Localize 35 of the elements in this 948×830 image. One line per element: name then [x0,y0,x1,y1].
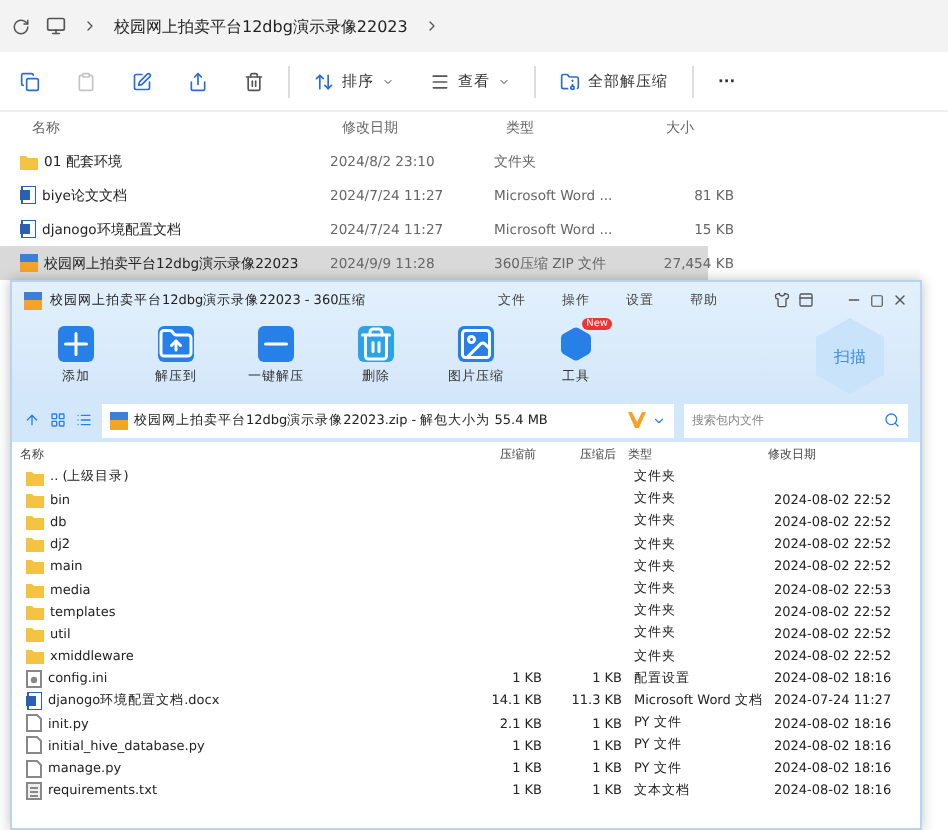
document-icon [20,186,36,204]
share-icon [188,71,208,91]
trash-icon [244,71,264,91]
minus-icon [258,326,294,362]
close-icon[interactable] [892,292,908,308]
list-icon [430,71,450,91]
caret-icon [498,75,510,87]
dropdown-icon[interactable] [652,413,666,427]
rename-icon [132,71,152,91]
window-icon[interactable] [798,292,814,308]
document-icon [20,220,36,238]
document-icon [26,691,42,710]
chevron-icon [82,18,98,34]
folder-up-icon [158,326,194,362]
v-logo-icon [628,412,646,428]
list-view-icon[interactable] [76,412,92,428]
skin-icon[interactable] [774,292,790,308]
add-icon [58,326,94,362]
text-file-icon [26,781,42,800]
folder-icon [20,153,38,169]
up-icon[interactable] [24,412,40,428]
refresh-icon[interactable] [12,17,30,35]
caret-icon [382,75,394,87]
grid-view-icon[interactable] [50,412,66,428]
image-icon [458,326,494,362]
copy-icon [20,71,40,91]
breadcrumb-item[interactable]: 校园网上拍卖平台12dbg演示录像22023 [114,15,408,37]
hexagon-icon [558,326,594,362]
maximize-icon[interactable] [870,293,884,307]
trash-icon [358,326,394,362]
settings-file-icon [26,669,42,688]
sort-icon [314,71,334,91]
monitor-icon[interactable] [46,16,66,36]
paste-icon [76,71,96,91]
search-icon[interactable] [884,411,900,427]
